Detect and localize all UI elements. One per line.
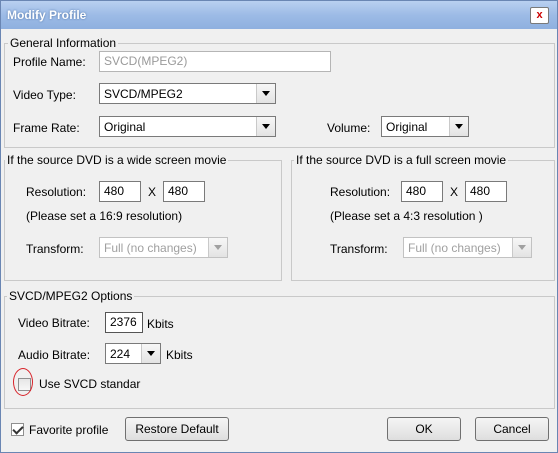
- profile-name-field[interactable]: SVCD(MPEG2): [99, 51, 331, 72]
- volume-select[interactable]: Original: [381, 116, 469, 137]
- chevron-down-icon[interactable]: [141, 344, 160, 363]
- use-svcd-standard-label: Use SVCD standar: [39, 377, 141, 391]
- profile-name-label: Profile Name:: [13, 55, 86, 69]
- wide-transform-select[interactable]: Full (no changes): [99, 237, 228, 258]
- wide-x-label: X: [148, 185, 157, 199]
- audio-bitrate-label: Audio Bitrate:: [18, 348, 91, 362]
- full-width-field[interactable]: 480: [401, 181, 443, 202]
- annotation-circle: [13, 368, 33, 396]
- wide-height-field[interactable]: 480: [163, 181, 205, 202]
- frame-rate-value: Original: [104, 120, 146, 134]
- close-icon: x: [536, 9, 543, 21]
- volume-value: Original: [386, 120, 428, 134]
- wide-hint: (Please set a 16:9 resolution): [26, 209, 183, 223]
- full-x-label: X: [450, 185, 459, 199]
- wide-width-field[interactable]: 480: [99, 181, 141, 202]
- audio-bitrate-unit: Kbits: [166, 348, 193, 362]
- chevron-down-icon[interactable]: [208, 238, 227, 257]
- video-type-select[interactable]: SVCD/MPEG2: [99, 83, 276, 104]
- wide-resolution-label: Resolution:: [26, 185, 87, 199]
- wide-screen-legend: If the source DVD is a wide screen movie: [7, 153, 227, 167]
- svcd-options-legend: SVCD/MPEG2 Options: [9, 289, 133, 303]
- favorite-profile-checkbox[interactable]: [11, 423, 24, 436]
- chevron-down-icon[interactable]: [512, 238, 531, 257]
- cancel-button[interactable]: Cancel: [475, 417, 549, 441]
- full-resolution-label: Resolution:: [330, 185, 391, 199]
- frame-rate-label: Frame Rate:: [13, 121, 80, 135]
- chevron-down-icon[interactable]: [256, 117, 275, 136]
- wide-transform-label: Transform:: [26, 242, 84, 256]
- video-type-label: Video Type:: [13, 88, 76, 102]
- full-transform-value: Full (no changes): [408, 241, 501, 255]
- general-information-legend: General Information: [10, 36, 117, 50]
- favorite-profile-label: Favorite profile: [29, 423, 109, 437]
- title-bar: Modify Profile x: [1, 1, 557, 29]
- audio-bitrate-value: 224: [110, 347, 131, 361]
- video-bitrate-label: Video Bitrate:: [18, 316, 90, 330]
- close-button[interactable]: x: [530, 7, 549, 24]
- full-height-field[interactable]: 480: [465, 181, 507, 202]
- video-type-value: SVCD/MPEG2: [104, 87, 183, 101]
- full-screen-legend: If the source DVD is a full screen movie: [296, 153, 507, 167]
- window-title: Modify Profile: [7, 8, 87, 22]
- full-transform-select[interactable]: Full (no changes): [403, 237, 532, 258]
- restore-default-button[interactable]: Restore Default: [125, 417, 229, 441]
- modify-profile-dialog: Modify Profile x General Information Pro…: [0, 0, 558, 453]
- chevron-down-icon[interactable]: [449, 117, 468, 136]
- audio-bitrate-select[interactable]: 224: [105, 343, 161, 364]
- video-bitrate-field[interactable]: 2376: [105, 312, 143, 333]
- full-transform-label: Transform:: [330, 242, 388, 256]
- chevron-down-icon[interactable]: [256, 84, 275, 103]
- wide-transform-value: Full (no changes): [104, 241, 197, 255]
- video-bitrate-unit: Kbits: [147, 317, 174, 331]
- volume-label: Volume:: [327, 121, 371, 135]
- ok-button[interactable]: OK: [387, 417, 461, 441]
- full-hint: (Please set a 4:3 resolution ): [330, 209, 483, 223]
- frame-rate-select[interactable]: Original: [99, 116, 276, 137]
